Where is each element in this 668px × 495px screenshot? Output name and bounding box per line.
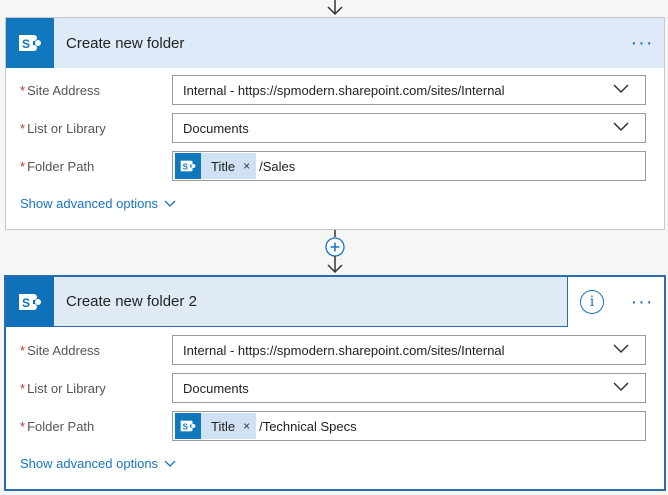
folder-path-input[interactable]: S Title × /Technical Specs (172, 411, 646, 441)
card-title: Create new folder (66, 34, 185, 52)
svg-text:S: S (22, 37, 30, 51)
token-label: Title (211, 418, 236, 434)
list-library-row: * List or Library Documents (20, 113, 650, 143)
more-options-button[interactable]: ··· (620, 18, 664, 68)
chevron-down-icon (164, 460, 176, 467)
site-address-dropdown[interactable]: Internal - https://spmodern.sharepoint.c… (172, 75, 646, 105)
site-address-dropdown[interactable]: Internal - https://spmodern.sharepoint.c… (172, 335, 646, 365)
more-options-button[interactable]: ··· (620, 277, 664, 327)
folder-path-text: /Sales (259, 158, 296, 174)
folder-path-text: /Technical Specs (259, 418, 357, 434)
card-header[interactable]: S Create new folder 2 i ··· (6, 276, 664, 327)
dynamic-content-token[interactable]: S Title × (175, 413, 257, 439)
remove-token-icon[interactable]: × (243, 419, 250, 433)
site-address-label: * Site Address (20, 82, 101, 98)
card-title: Create new folder 2 (66, 293, 197, 310)
card-header[interactable]: S Create new folder ··· (6, 18, 664, 68)
svg-text:S: S (183, 162, 189, 171)
folder-path-label: * Folder Path (20, 158, 95, 174)
chevron-down-icon[interactable] (613, 344, 629, 354)
list-library-label: * List or Library (20, 120, 106, 136)
card-title-bar[interactable]: S Create new folder 2 (6, 276, 568, 327)
info-icon[interactable]: i (580, 290, 604, 314)
chevron-down-icon[interactable] (613, 122, 629, 132)
card-header-actions: i ··· (568, 277, 664, 327)
action-card-create-folder: S Create new folder ··· * Site Address In… (5, 17, 665, 230)
list-library-row: * List or Library Documents (20, 373, 650, 403)
folder-path-row: * Folder Path S Title × /Technical Specs (20, 411, 650, 441)
show-advanced-options-link[interactable]: Show advanced options (20, 196, 176, 211)
svg-text:S: S (183, 422, 189, 431)
sharepoint-icon: S (175, 413, 201, 439)
list-library-dropdown[interactable]: Documents (172, 373, 646, 403)
folder-path-row: * Folder Path S Title × /Sales (20, 151, 650, 181)
list-library-dropdown[interactable]: Documents (172, 113, 646, 143)
remove-token-icon[interactable]: × (243, 159, 250, 173)
flow-arrow-icon (327, 0, 343, 16)
sharepoint-icon: S (6, 276, 54, 327)
folder-path-input[interactable]: S Title × /Sales (172, 151, 646, 181)
chevron-down-icon[interactable] (613, 84, 629, 94)
folder-path-label: * Folder Path (20, 418, 95, 434)
action-card-create-folder-2: S Create new folder 2 i ··· * Site Addres… (4, 275, 666, 491)
chevron-down-icon (164, 200, 176, 207)
list-library-label: * List or Library (20, 380, 106, 396)
site-address-row: * Site Address Internal - https://spmoder… (20, 75, 650, 105)
site-address-label: * Site Address (20, 342, 101, 358)
sharepoint-icon: S (6, 18, 54, 68)
sharepoint-icon: S (175, 153, 201, 179)
dynamic-content-token[interactable]: S Title × (175, 153, 257, 179)
site-address-row: * Site Address Internal - https://spmoder… (20, 335, 650, 365)
chevron-down-icon[interactable] (613, 382, 629, 392)
token-label: Title (211, 158, 236, 174)
show-advanced-options-link[interactable]: Show advanced options (20, 456, 176, 471)
svg-text:S: S (22, 296, 30, 310)
insert-step-connector[interactable] (322, 230, 348, 275)
